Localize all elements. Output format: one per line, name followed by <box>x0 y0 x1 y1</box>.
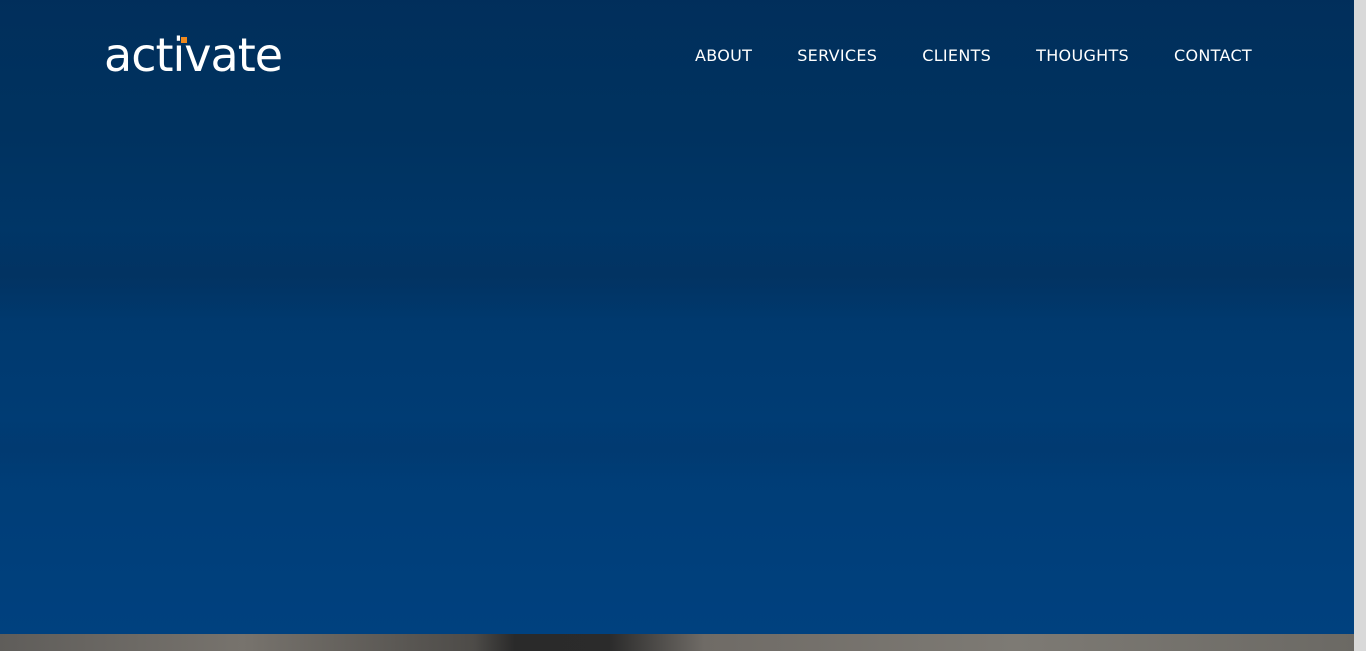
hero-background-texture-lower <box>0 420 1354 480</box>
nav-item-about[interactable]: ABOUT <box>695 46 752 66</box>
vertical-scrollbar[interactable] <box>1354 0 1366 651</box>
hero-section: activate ABOUT SERVICES CLIENTS THOUGHTS… <box>0 0 1354 634</box>
activate-logo[interactable]: activate <box>104 28 283 82</box>
nav-item-clients[interactable]: CLIENTS <box>922 46 991 66</box>
main-navigation: ABOUT SERVICES CLIENTS THOUGHTS CONTACT <box>650 46 1252 66</box>
nav-item-thoughts[interactable]: THOUGHTS <box>1036 46 1129 66</box>
hero-background-texture <box>0 230 1354 320</box>
nav-item-contact[interactable]: CONTACT <box>1174 46 1252 66</box>
logo-wordmark: activate <box>104 28 283 82</box>
logo-accent-dot <box>181 37 187 43</box>
nav-item-services[interactable]: SERVICES <box>797 46 877 66</box>
next-section-image-strip <box>0 634 1354 651</box>
page: activate ABOUT SERVICES CLIENTS THOUGHTS… <box>0 0 1354 651</box>
